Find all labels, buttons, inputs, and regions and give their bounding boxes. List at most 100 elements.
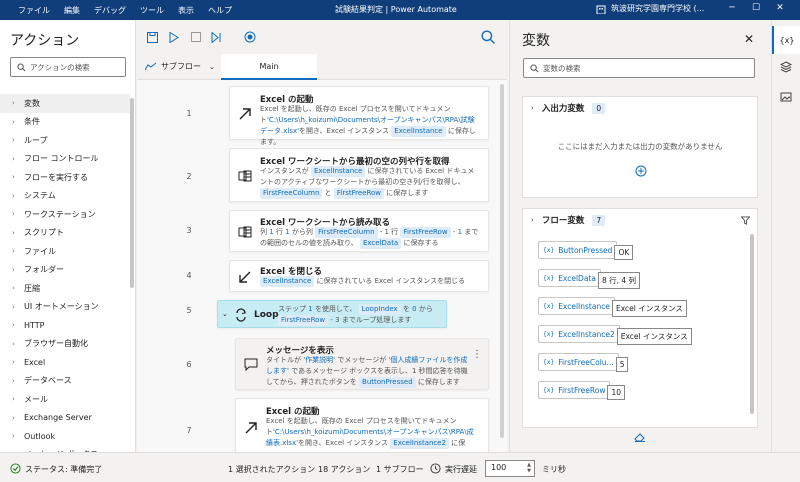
close-window-icon[interactable]: ✕ bbox=[768, 3, 792, 13]
run-next-icon[interactable] bbox=[209, 30, 223, 44]
step-number: 2 bbox=[186, 172, 192, 181]
chevron-right-icon: › bbox=[12, 395, 15, 404]
spinner-icon[interactable]: ▲ ▼ bbox=[527, 462, 531, 474]
actions-scrollbar[interactable] bbox=[130, 98, 134, 288]
variables-tab-icon[interactable]: {x} bbox=[772, 26, 800, 54]
subflow-icon bbox=[145, 62, 157, 71]
images-icon[interactable] bbox=[779, 90, 793, 104]
chevron-right-icon: › bbox=[12, 191, 15, 200]
actions-search-input[interactable]: アクションの検索 bbox=[10, 57, 126, 77]
step-get-first-free[interactable]: Excel ワークシートから最初の空の列や行を取得 インスタンスが ExcelI… bbox=[229, 148, 489, 202]
step-launch-excel[interactable]: Excel の起動 Excel を起動し、既存の Excel プロセスを開いてド… bbox=[229, 86, 489, 146]
menu-help[interactable]: ヘルプ bbox=[208, 5, 232, 16]
subflow-dropdown[interactable]: サブフロー ⌄ bbox=[145, 61, 215, 72]
step-number: 3 bbox=[186, 226, 192, 235]
category-item[interactable]: › Excel bbox=[0, 353, 130, 372]
record-icon[interactable] bbox=[243, 30, 257, 44]
save-icon[interactable] bbox=[145, 30, 159, 44]
category-item[interactable]: › フローを実行する bbox=[0, 168, 130, 187]
variable-icon: {x} bbox=[543, 274, 555, 282]
menu-file[interactable]: ファイル bbox=[18, 5, 50, 16]
editor-search-icon[interactable] bbox=[481, 30, 495, 44]
chevron-down-icon: ⌄ bbox=[209, 62, 215, 71]
flow-variables-header[interactable]: › フロー変数 7 bbox=[523, 209, 757, 231]
chevron-right-icon: › bbox=[12, 228, 15, 237]
run-icon[interactable] bbox=[167, 30, 181, 44]
category-item[interactable]: › ワークステーション bbox=[0, 205, 130, 224]
io-count-badge: 0 bbox=[592, 102, 606, 114]
menu-edit[interactable]: 編集 bbox=[64, 5, 80, 16]
step-loop[interactable]: ⌄ Loop ステップ 1 を使用して、 LoopIndex を 0 から Fi… bbox=[217, 300, 447, 328]
eraser-icon[interactable] bbox=[634, 432, 646, 442]
maximize-icon[interactable]: ☐ bbox=[744, 3, 768, 13]
category-item[interactable]: › ループ bbox=[0, 131, 130, 150]
variable-item[interactable]: {x} ExcelInstance2 Excel インスタンス bbox=[538, 323, 692, 345]
category-item[interactable]: › システム bbox=[0, 187, 130, 206]
chevron-right-icon: › bbox=[12, 154, 15, 163]
chevron-right-icon: › bbox=[12, 136, 15, 145]
variable-icon: {x} bbox=[543, 246, 555, 254]
selected-count: 1 選択されたアクション bbox=[228, 465, 316, 474]
category-item[interactable]: › フロー コントロール bbox=[0, 150, 130, 169]
category-item[interactable]: › UI オートメーション bbox=[0, 298, 130, 317]
delay-unit: ミリ秒 bbox=[542, 465, 566, 474]
ui-elements-icon[interactable] bbox=[779, 60, 793, 74]
chevron-right-icon: › bbox=[12, 284, 15, 293]
variables-title: 変数 bbox=[522, 33, 550, 49]
excel-sheet-icon bbox=[238, 226, 252, 238]
chevron-right-icon: › bbox=[12, 117, 15, 126]
clock-icon bbox=[430, 463, 441, 474]
subflow-bar: サブフロー ⌄ Main bbox=[137, 54, 507, 80]
category-item[interactable]: › メール bbox=[0, 390, 130, 409]
more-options-icon[interactable]: ⋮ bbox=[472, 349, 482, 360]
variable-item[interactable]: {x} ButtonPressed OK bbox=[538, 239, 634, 261]
step-launch-excel-2[interactable]: Excel の起動 Excel を起動し、既存の Excel プロセスを開いてド… bbox=[235, 398, 489, 452]
editor-toolbar bbox=[137, 20, 507, 54]
chevron-right-icon: › bbox=[12, 99, 15, 108]
chevron-right-icon: › bbox=[12, 432, 15, 441]
loop-icon bbox=[236, 308, 246, 322]
menu-debug[interactable]: デバッグ bbox=[94, 5, 126, 16]
chevron-right-icon: › bbox=[12, 358, 15, 367]
minimize-icon[interactable]: ─ bbox=[720, 3, 744, 13]
close-icon[interactable]: ✕ bbox=[744, 32, 754, 46]
variables-search-input[interactable]: 変数の検索 bbox=[523, 58, 755, 78]
category-item[interactable]: › 圧縮 bbox=[0, 279, 130, 298]
filter-icon[interactable] bbox=[741, 216, 750, 225]
category-item[interactable]: › ブラウザー自動化 bbox=[0, 335, 130, 354]
category-item[interactable]: › Outlook bbox=[0, 427, 130, 446]
variable-item[interactable]: {x} ExcelInstance Excel インスタンス bbox=[538, 295, 687, 317]
chevron-down-icon[interactable]: ⌄ bbox=[222, 310, 228, 318]
category-item[interactable]: › HTTP bbox=[0, 316, 130, 335]
variable-item[interactable]: {x} FirstFreeColu... 5 bbox=[538, 351, 629, 373]
category-item[interactable]: › ファイル bbox=[0, 242, 130, 261]
category-item[interactable]: › スクリプト bbox=[0, 224, 130, 243]
canvas-scrollbar[interactable] bbox=[500, 84, 504, 438]
step-number: 6 bbox=[186, 360, 192, 369]
variable-item[interactable]: {x} ExcelData 8 行, 4 列 bbox=[538, 267, 641, 289]
arrow-up-right-icon bbox=[239, 108, 251, 120]
category-item[interactable]: › Exchange Server bbox=[0, 409, 130, 428]
step-read-worksheet[interactable]: Excel ワークシートから読み取る 列 1 行 1 から列 FirstFree… bbox=[229, 210, 489, 252]
tab-main[interactable]: Main bbox=[221, 54, 317, 80]
chevron-right-icon: › bbox=[531, 216, 534, 224]
step-show-message[interactable]: メッセージを表示 タイトルが '作業説明' でメッセージが '個人成績ファイルを… bbox=[235, 338, 489, 390]
variable-item[interactable]: {x} FirstFreeRow 10 bbox=[538, 379, 626, 401]
account[interactable]: 筑波研究学園専門学校 (... bbox=[596, 3, 704, 14]
menu-view[interactable]: 表示 bbox=[178, 5, 194, 16]
category-item[interactable]: › データベース bbox=[0, 372, 130, 391]
step-close-excel[interactable]: Excel を閉じる ExcelInstance に保存されている Excel … bbox=[229, 260, 489, 292]
io-variables-header[interactable]: › 入出力変数 0 bbox=[523, 97, 757, 119]
menu-bar: ファイル 編集 デバッグ ツール 表示 ヘルプ bbox=[0, 5, 246, 16]
category-item[interactable]: › 条件 bbox=[0, 113, 130, 132]
variables-scrollbar[interactable] bbox=[750, 234, 754, 414]
category-item[interactable]: › 変数 bbox=[0, 94, 130, 113]
step-number: 5 bbox=[186, 306, 192, 315]
menu-tools[interactable]: ツール bbox=[140, 5, 164, 16]
account-name: 筑波研究学園専門学校 (... bbox=[611, 4, 705, 13]
variable-icon: {x} bbox=[543, 386, 555, 394]
category-item[interactable]: › フォルダー bbox=[0, 261, 130, 280]
add-variable-icon[interactable] bbox=[635, 165, 647, 177]
stop-icon[interactable] bbox=[189, 30, 203, 44]
delay-input[interactable]: 100 ▲ ▼ bbox=[485, 460, 535, 477]
